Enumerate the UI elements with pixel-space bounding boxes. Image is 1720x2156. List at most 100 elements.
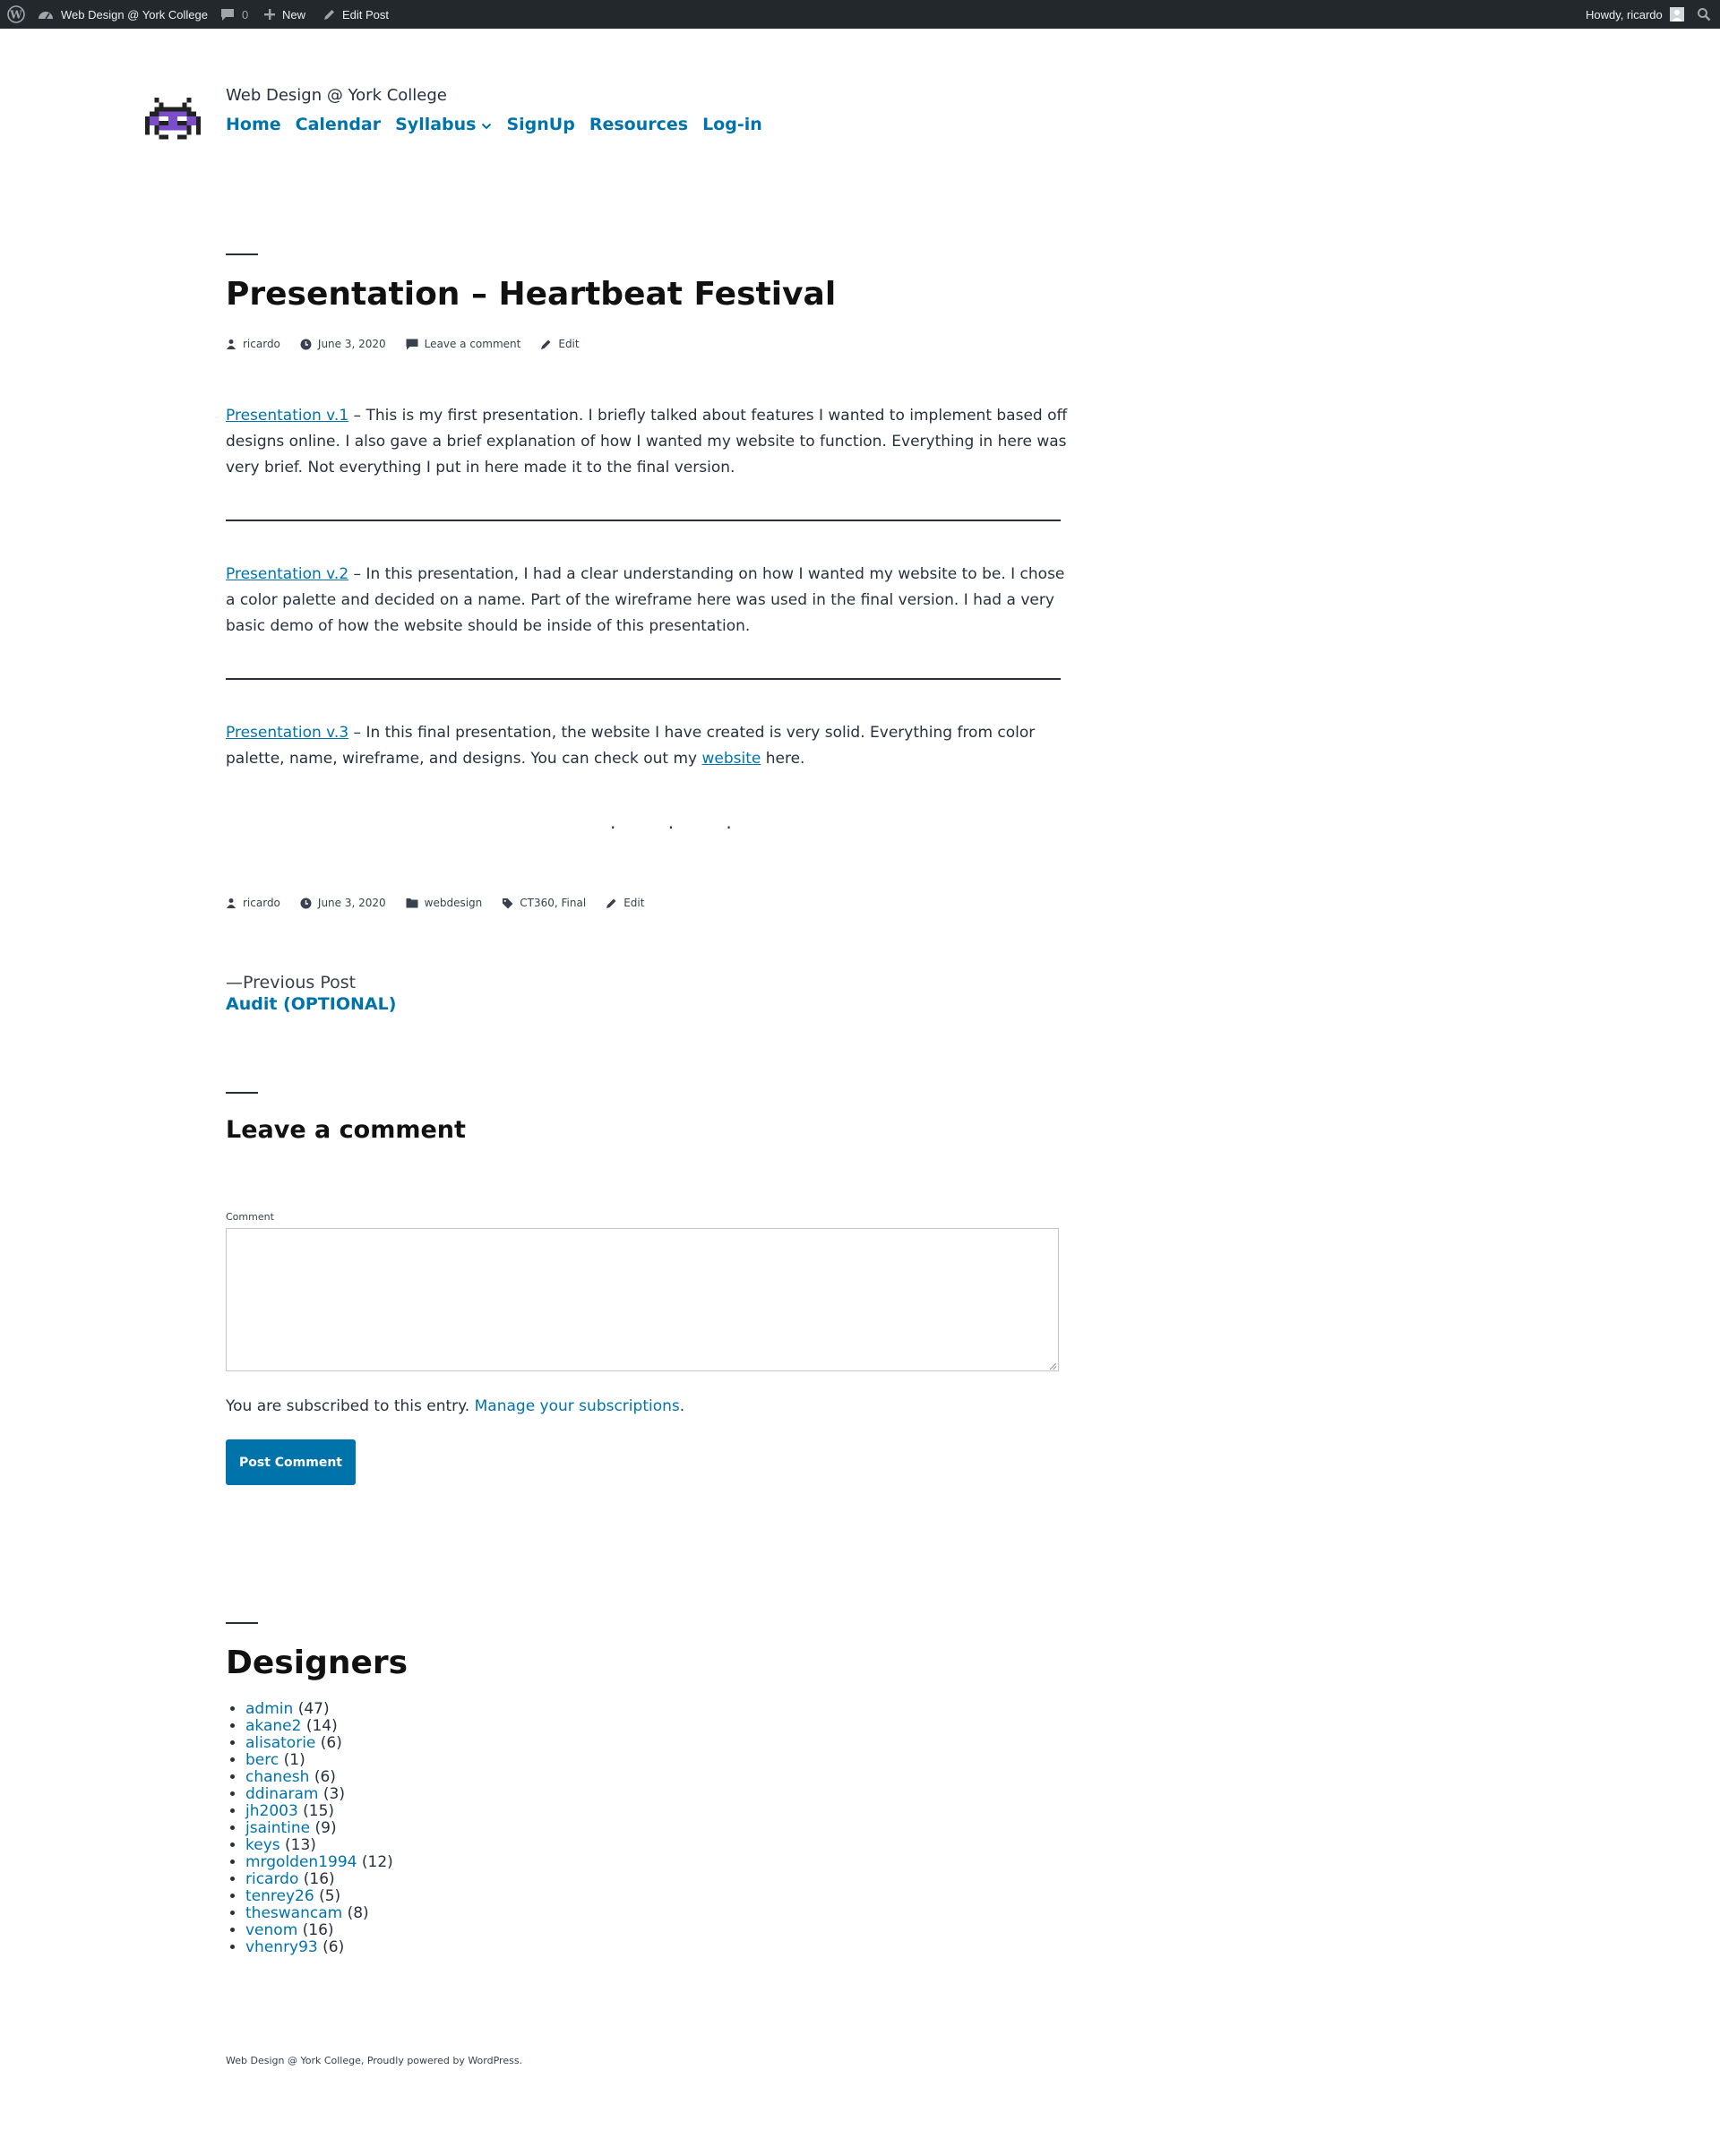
nav-signup[interactable]: SignUp	[506, 115, 574, 134]
plus-icon	[263, 8, 276, 21]
designer-link[interactable]: tenrey26	[245, 1887, 314, 1905]
designer-link[interactable]: jh2003	[245, 1802, 298, 1820]
person-icon	[227, 339, 236, 349]
designer-count: (13)	[285, 1836, 316, 1854]
list-item: berc (1)	[245, 1752, 393, 1769]
list-item: akane2 (14)	[245, 1718, 393, 1735]
site-logo[interactable]	[145, 97, 201, 145]
designer-count: (16)	[302, 1921, 334, 1939]
new-label: New	[282, 7, 306, 21]
designer-link[interactable]: vhenry93	[245, 1938, 318, 1956]
tag-icon	[503, 898, 513, 908]
admin-bar-account[interactable]: Howdy, ricardo	[1586, 0, 1684, 29]
list-item: vhenry93 (6)	[245, 1939, 393, 1956]
comment-field-label: Comment	[226, 1211, 274, 1223]
nav-log-in[interactable]: Log-in	[702, 115, 762, 134]
admin-bar-site-link[interactable]: Web Design @ York College	[38, 0, 208, 29]
meta-comments: Leave a comment	[406, 338, 521, 350]
list-item: alisatorie (6)	[245, 1735, 393, 1752]
list-item: venom (16)	[245, 1922, 393, 1939]
wordpress-logo-icon[interactable]: W	[7, 0, 25, 29]
designer-link[interactable]: ricardo	[245, 1870, 298, 1888]
designer-count: (6)	[322, 1938, 345, 1956]
resize-handle-icon[interactable]	[1048, 1361, 1057, 1370]
list-item: jh2003 (15)	[245, 1803, 393, 1820]
pencil-icon	[541, 339, 551, 349]
primary-menu: Home Calendar Syllabus SignUp Resources …	[226, 115, 762, 134]
nav-home[interactable]: Home	[226, 115, 281, 134]
date-link[interactable]: June 3, 2020	[318, 338, 386, 350]
designer-count: (9)	[314, 1819, 337, 1837]
list-item: ricardo (16)	[245, 1871, 393, 1888]
leave-comment-link[interactable]: Leave a comment	[425, 338, 521, 350]
list-item: keys (13)	[245, 1837, 393, 1854]
search-icon[interactable]	[1697, 0, 1711, 29]
designer-link[interactable]: akane2	[245, 1717, 301, 1735]
designer-link[interactable]: chanesh	[245, 1768, 309, 1786]
chevron-down-icon[interactable]	[481, 115, 492, 134]
meta-date: June 3, 2020	[300, 897, 386, 909]
designer-link[interactable]: keys	[245, 1836, 280, 1854]
presentation-v3-link[interactable]: Presentation v.3	[226, 724, 348, 742]
designer-count: (15)	[303, 1802, 335, 1820]
comments-divider	[226, 1092, 258, 1094]
list-item: jsaintine (9)	[245, 1820, 393, 1837]
admin-bar-site-name: Web Design @ York College	[61, 7, 208, 21]
meta-author: ricardo	[226, 338, 280, 350]
site-title[interactable]: Web Design @ York College	[226, 86, 447, 105]
site-footer: Web Design @ York College, Proudly power…	[226, 2055, 523, 2066]
post-meta-bottom: ricardo June 3, 2020 webdesign CT360, Fi…	[226, 897, 664, 909]
designer-count: (1)	[283, 1751, 305, 1769]
website-link[interactable]: website	[701, 750, 761, 768]
meta-edit: Edit	[606, 897, 644, 909]
previous-post-label[interactable]: —Previous Post	[226, 973, 356, 992]
presentation-v2-link[interactable]: Presentation v.2	[226, 565, 348, 583]
comment-bubble-icon	[220, 8, 235, 21]
designer-link[interactable]: alisatorie	[245, 1734, 315, 1752]
category-link[interactable]: webdesign	[425, 897, 483, 909]
presentation-v1-link[interactable]: Presentation v.1	[226, 407, 348, 425]
designer-count: (3)	[322, 1785, 345, 1803]
list-item: ddinaram (3)	[245, 1786, 393, 1803]
author-link[interactable]: ricardo	[243, 338, 280, 350]
separator-line	[226, 678, 1061, 680]
meta-author: ricardo	[226, 897, 280, 909]
designer-link[interactable]: jsaintine	[245, 1819, 310, 1837]
designer-link[interactable]: berc	[245, 1751, 279, 1769]
date-link[interactable]: June 3, 2020	[318, 897, 386, 909]
clock-icon	[300, 898, 312, 908]
paragraph-2-text: – In this presentation, I had a clear un…	[226, 565, 1065, 635]
meta-date: June 3, 2020	[300, 338, 386, 350]
designers-list: admin (47) akane2 (14) alisatorie (6) be…	[226, 1701, 393, 1956]
separator-line	[226, 520, 1061, 521]
meta-category: webdesign	[406, 897, 483, 909]
nav-resources[interactable]: Resources	[589, 115, 688, 134]
tags-link[interactable]: CT360, Final	[520, 897, 586, 909]
designer-count: (16)	[303, 1870, 335, 1888]
paragraph-1-text: – This is my first presentation. I brief…	[226, 407, 1068, 477]
previous-post-link[interactable]: Audit (OPTIONAL)	[226, 994, 396, 1014]
author-link[interactable]: ricardo	[243, 897, 280, 909]
designer-link[interactable]: mrgolden1994	[245, 1853, 357, 1871]
manage-subscriptions-link[interactable]: Manage your subscriptions	[475, 1397, 680, 1415]
admin-bar-new[interactable]: New	[263, 0, 305, 29]
howdy-text: Howdy, ricardo	[1586, 7, 1663, 21]
edit-link[interactable]: Edit	[558, 338, 579, 350]
designer-link[interactable]: ddinaram	[245, 1785, 318, 1803]
folder-icon	[406, 898, 418, 908]
clock-icon	[300, 339, 312, 349]
comment-textarea[interactable]	[226, 1228, 1059, 1371]
post-comment-button[interactable]: Post Comment	[226, 1439, 356, 1485]
admin-bar-comments[interactable]: 0	[220, 0, 248, 29]
nav-syllabus[interactable]: Syllabus	[395, 115, 492, 134]
nav-calendar[interactable]: Calendar	[296, 115, 381, 134]
designer-count: (8)	[347, 1904, 369, 1922]
designer-link[interactable]: theswancam	[245, 1904, 342, 1922]
designer-link[interactable]: admin	[245, 1700, 293, 1718]
designer-link[interactable]: venom	[245, 1921, 297, 1939]
dots-separator: · · ·	[610, 817, 755, 838]
meta-tags: CT360, Final	[502, 897, 586, 909]
edit-link[interactable]: Edit	[624, 897, 644, 909]
admin-bar-edit-post[interactable]: Edit Post	[322, 0, 389, 29]
meta-edit: Edit	[540, 338, 580, 350]
